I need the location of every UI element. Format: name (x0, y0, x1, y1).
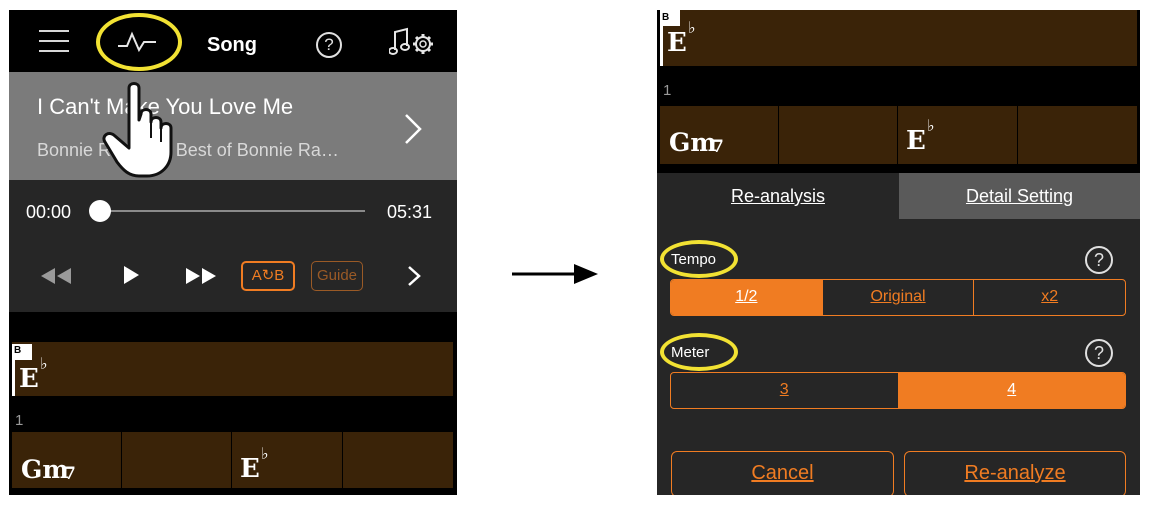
fast-forward-icon[interactable] (184, 266, 218, 286)
chord-suffix: 7 (64, 464, 76, 484)
beat-divider (778, 106, 779, 164)
beat-divider (121, 432, 122, 488)
highlight-ring (660, 240, 738, 278)
chord-bar-row-1[interactable] (660, 10, 1137, 66)
cancel-button[interactable]: Cancel (671, 451, 894, 495)
song-screen: Song ? I Can't Make You Love Me Bonnie R… (9, 10, 457, 495)
transport-controls: A↻B Guide (9, 250, 457, 304)
chord-suffix: 7 (712, 137, 724, 157)
chevron-right-icon[interactable] (403, 112, 423, 146)
top-bar: Song ? (9, 10, 457, 72)
chord-chart: B E ♭ 1 Gm 7 E ♭ (657, 10, 1140, 173)
meter-option-4[interactable]: 4 (898, 373, 1125, 408)
rewind-icon[interactable] (39, 266, 73, 286)
tab-detail-setting[interactable]: Detail Setting (899, 173, 1140, 219)
help-icon[interactable]: ? (316, 32, 342, 58)
reanalysis-panel: Tempo ? 1/2 Original x2 Meter ? 3 4 Canc… (657, 219, 1140, 495)
ab-repeat-button[interactable]: A↻B (241, 261, 295, 291)
reanalyze-button[interactable]: Re-analyze (904, 451, 1126, 495)
chord-label: E (906, 126, 926, 156)
reanalysis-screen: B E ♭ 1 Gm 7 E ♭ Re-analysis Detail Sett… (657, 10, 1140, 495)
arrow-right-icon (512, 264, 598, 284)
chord-chart: B E ♭ 1 Gm 7 E ♭ (9, 312, 457, 495)
beat-divider (342, 432, 343, 488)
pointing-hand-icon (102, 82, 173, 178)
playback-position: 00:00 05:31 (9, 180, 457, 240)
measure-number: 1 (663, 82, 672, 99)
measure-number: 1 (15, 412, 24, 429)
beat-divider (231, 432, 232, 488)
chord-label: Gm (21, 455, 69, 484)
chord-label: E (667, 28, 687, 58)
chord-accidental: ♭ (688, 18, 696, 37)
meter-selector: 3 4 (670, 372, 1126, 409)
highlight-ring (660, 333, 738, 371)
chord-label: E (240, 454, 260, 484)
song-info-row[interactable]: I Can't Make You Love Me Bonnie Raitt Th… (9, 72, 457, 180)
progress-knob[interactable] (89, 200, 111, 222)
section-letter: B (14, 345, 22, 356)
section-letter: B (662, 12, 670, 23)
tempo-selector: 1/2 Original x2 (670, 279, 1126, 316)
tempo-option-original[interactable]: Original (823, 280, 975, 315)
chord-accidental: ♭ (261, 444, 269, 463)
chord-bar-row-2[interactable] (660, 106, 1137, 164)
chord-label: Gm (669, 128, 717, 157)
play-icon[interactable] (121, 264, 141, 286)
progress-track[interactable] (99, 210, 365, 212)
chord-accidental: ♭ (40, 354, 48, 373)
chord-accidental: ♭ (927, 116, 935, 135)
music-settings-icon[interactable] (389, 26, 439, 58)
chord-bar-row-2[interactable] (12, 432, 453, 488)
help-icon[interactable]: ? (1085, 246, 1113, 274)
tempo-option-double[interactable]: x2 (974, 280, 1125, 315)
meter-option-3[interactable]: 3 (671, 373, 899, 408)
hamburger-icon[interactable] (39, 30, 69, 54)
guide-button[interactable]: Guide (311, 261, 363, 291)
help-icon[interactable]: ? (1085, 339, 1113, 367)
highlight-ring (96, 13, 182, 71)
total-time: 05:31 (387, 202, 433, 222)
tab-reanalysis[interactable]: Re-analysis (657, 173, 899, 219)
tempo-option-half[interactable]: 1/2 (671, 280, 823, 315)
chevron-right-icon[interactable] (407, 265, 421, 287)
page-title: Song (207, 34, 257, 56)
tab-bar: Re-analysis Detail Setting (657, 173, 1140, 219)
beat-divider (1017, 106, 1018, 164)
beat-divider (897, 106, 898, 164)
chord-bar-row-1[interactable] (12, 342, 453, 396)
chord-label: E (19, 364, 39, 394)
current-time: 00:00 (26, 202, 72, 222)
